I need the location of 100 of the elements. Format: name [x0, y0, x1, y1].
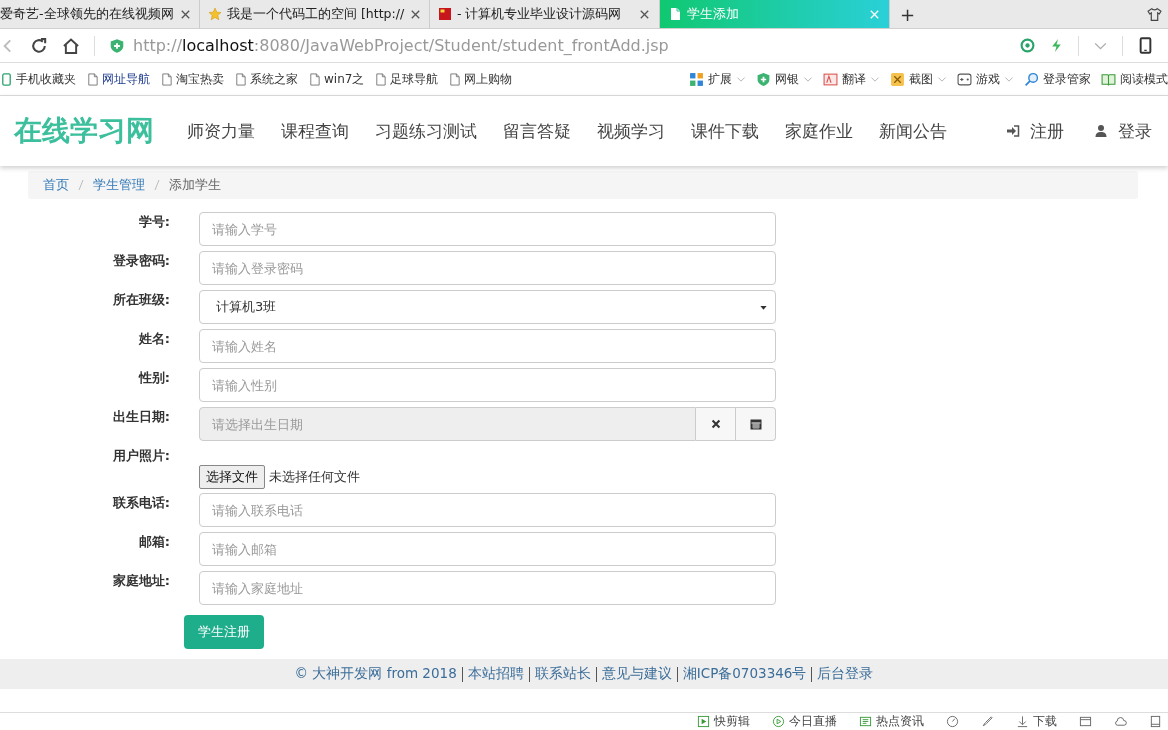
- home-icon[interactable]: [62, 36, 80, 55]
- download-icon: [1016, 715, 1029, 728]
- input-field[interactable]: 请输入登录密码: [199, 251, 776, 285]
- grid-icon[interactable]: [689, 71, 704, 87]
- cloud-icon[interactable]: [1114, 715, 1127, 728]
- toolbar-button[interactable]: 登录管家: [1043, 70, 1091, 88]
- field-label: 登录密码:: [111, 252, 170, 270]
- sign-in-icon: [1006, 124, 1020, 138]
- field-label: 姓名:: [137, 330, 170, 348]
- browser-tab[interactable]: 我是一个代码工的空间 [http://: [200, 0, 430, 28]
- field-label: 出生日期:: [111, 408, 170, 426]
- calendar-button[interactable]: [736, 407, 776, 441]
- slash-separator-icon: [78, 179, 84, 191]
- new-tab-button[interactable]: +: [890, 0, 926, 28]
- tablet-icon[interactable]: [1137, 37, 1154, 54]
- breadcrumb-link[interactable]: 首页: [43, 176, 69, 194]
- class-dropdown[interactable]: 计算机3班: [199, 290, 776, 324]
- phone-icon[interactable]: [0, 72, 13, 86]
- chevron-down-icon[interactable]: [870, 74, 880, 84]
- date-field[interactable]: 请选择出生日期: [199, 407, 696, 441]
- footer-link[interactable]: 后台登录: [817, 665, 874, 683]
- footer-link[interactable]: 湘ICP备0703346号: [682, 665, 807, 683]
- calendar-icon: [748, 417, 763, 431]
- toolbar-button[interactable]: 扩展: [708, 70, 732, 88]
- page-icon[interactable]: [374, 72, 388, 86]
- input-field[interactable]: 请输入姓名: [199, 329, 776, 363]
- toolbar-button[interactable]: 翻译: [842, 70, 866, 88]
- browser-tab[interactable]: 爱奇艺-全球领先的在线视频网: [0, 0, 200, 28]
- breadcrumb-link[interactable]: 学生管理: [93, 176, 145, 194]
- gamepad-icon[interactable]: [957, 71, 972, 87]
- file-status-text: 未选择任何文件: [269, 467, 360, 486]
- choose-file-button[interactable]: 选择文件: [199, 464, 265, 489]
- nav-link[interactable]: 习题练习测试: [362, 119, 490, 143]
- page-icon[interactable]: [86, 72, 99, 86]
- toolbar-button[interactable]: 截图: [909, 70, 933, 88]
- star-icon: [208, 7, 222, 21]
- copyright-link[interactable]: © 大神开发网 from 2018: [294, 665, 457, 683]
- shield-icon: [109, 37, 125, 54]
- nav-link[interactable]: 课件下载: [678, 119, 772, 143]
- reload-icon[interactable]: [30, 36, 48, 55]
- window-icon[interactable]: [1079, 715, 1092, 728]
- page-icon: [668, 7, 682, 21]
- footer-link[interactable]: 意见与建议: [601, 665, 672, 683]
- panel-icon[interactable]: [1149, 715, 1162, 728]
- status-bar-button[interactable]: 热点资讯: [876, 713, 924, 730]
- input-field[interactable]: 请输入家庭地址: [199, 571, 776, 605]
- field-label: 邮箱:: [137, 533, 170, 551]
- nav-link[interactable]: 新闻公告: [866, 119, 960, 143]
- input-field[interactable]: 请输入邮箱: [199, 532, 776, 566]
- play-circle-icon: [772, 715, 785, 728]
- bookmark-link[interactable]: 淘宝热卖: [176, 70, 224, 88]
- shirt-icon[interactable]: [1147, 6, 1162, 22]
- field-label: 所在班级:: [111, 291, 170, 309]
- toolbar-button[interactable]: 网银: [775, 70, 799, 88]
- status-bar-button[interactable]: 今日直播: [789, 713, 837, 730]
- field-label: 用户照片:: [111, 447, 170, 465]
- nav-link[interactable]: 留言答疑: [490, 119, 584, 143]
- nav-link[interactable]: 师资力量: [174, 119, 268, 143]
- bookmark-link[interactable]: 手机收藏夹: [16, 70, 76, 88]
- bookmark-link[interactable]: 网址导航: [102, 70, 150, 88]
- chevron-down-icon[interactable]: [1004, 74, 1014, 84]
- chevron-down-icon[interactable]: [803, 74, 813, 84]
- clear-date-button[interactable]: [696, 407, 736, 441]
- screen-icon: [859, 715, 872, 728]
- status-bar-button[interactable]: 下载: [1033, 713, 1057, 730]
- play-square-icon: [697, 715, 710, 728]
- url-text[interactable]: http://localhost:8080/JavaWebProject/Student/student_frontAdd.jsp: [133, 36, 669, 55]
- nav-link[interactable]: 课程查询: [268, 119, 362, 143]
- page-icon[interactable]: [308, 72, 321, 86]
- bookmark-link[interactable]: 系统之家: [250, 70, 298, 88]
- field-label: 学号:: [137, 213, 170, 231]
- page-icon[interactable]: [160, 72, 173, 86]
- toolbar-button[interactable]: 游戏: [976, 70, 1000, 88]
- chevron-down-icon[interactable]: [736, 74, 746, 84]
- bookmark-link[interactable]: 网上购物: [464, 70, 513, 88]
- toolbar-button[interactable]: 阅读模式: [1120, 70, 1168, 88]
- page-icon[interactable]: [234, 72, 247, 86]
- bookmark-link[interactable]: 足球导航: [390, 70, 439, 88]
- chevron-down-icon[interactable]: [937, 74, 947, 84]
- slash-separator-icon: [154, 179, 160, 191]
- register-link[interactable]: 注册: [1030, 119, 1064, 143]
- book-icon[interactable]: [1101, 71, 1116, 87]
- page-icon[interactable]: [448, 72, 462, 86]
- input-field[interactable]: 请输入联系电话: [199, 493, 776, 527]
- bookmark-link[interactable]: win7之: [324, 70, 365, 88]
- input-field[interactable]: 请输入性别: [199, 368, 776, 402]
- input-field[interactable]: 请输入学号: [199, 212, 776, 246]
- user-icon: [1094, 124, 1108, 138]
- login-link[interactable]: 登录: [1118, 119, 1152, 143]
- nav-link[interactable]: 视频学习: [584, 119, 678, 143]
- nav-link[interactable]: 家庭作业: [772, 119, 866, 143]
- gauge-icon[interactable]: [946, 715, 959, 728]
- status-bar-button[interactable]: 快剪辑: [714, 713, 750, 730]
- footer-link[interactable]: 本站招聘: [467, 665, 524, 683]
- field-label: 家庭地址:: [111, 572, 170, 590]
- translate-icon[interactable]: [823, 71, 838, 87]
- lightning-icon[interactable]: [1049, 38, 1064, 53]
- magnifier-icon[interactable]: [1024, 71, 1039, 87]
- footer-link[interactable]: 联系站长: [534, 665, 591, 683]
- shield-icon[interactable]: [756, 71, 771, 87]
